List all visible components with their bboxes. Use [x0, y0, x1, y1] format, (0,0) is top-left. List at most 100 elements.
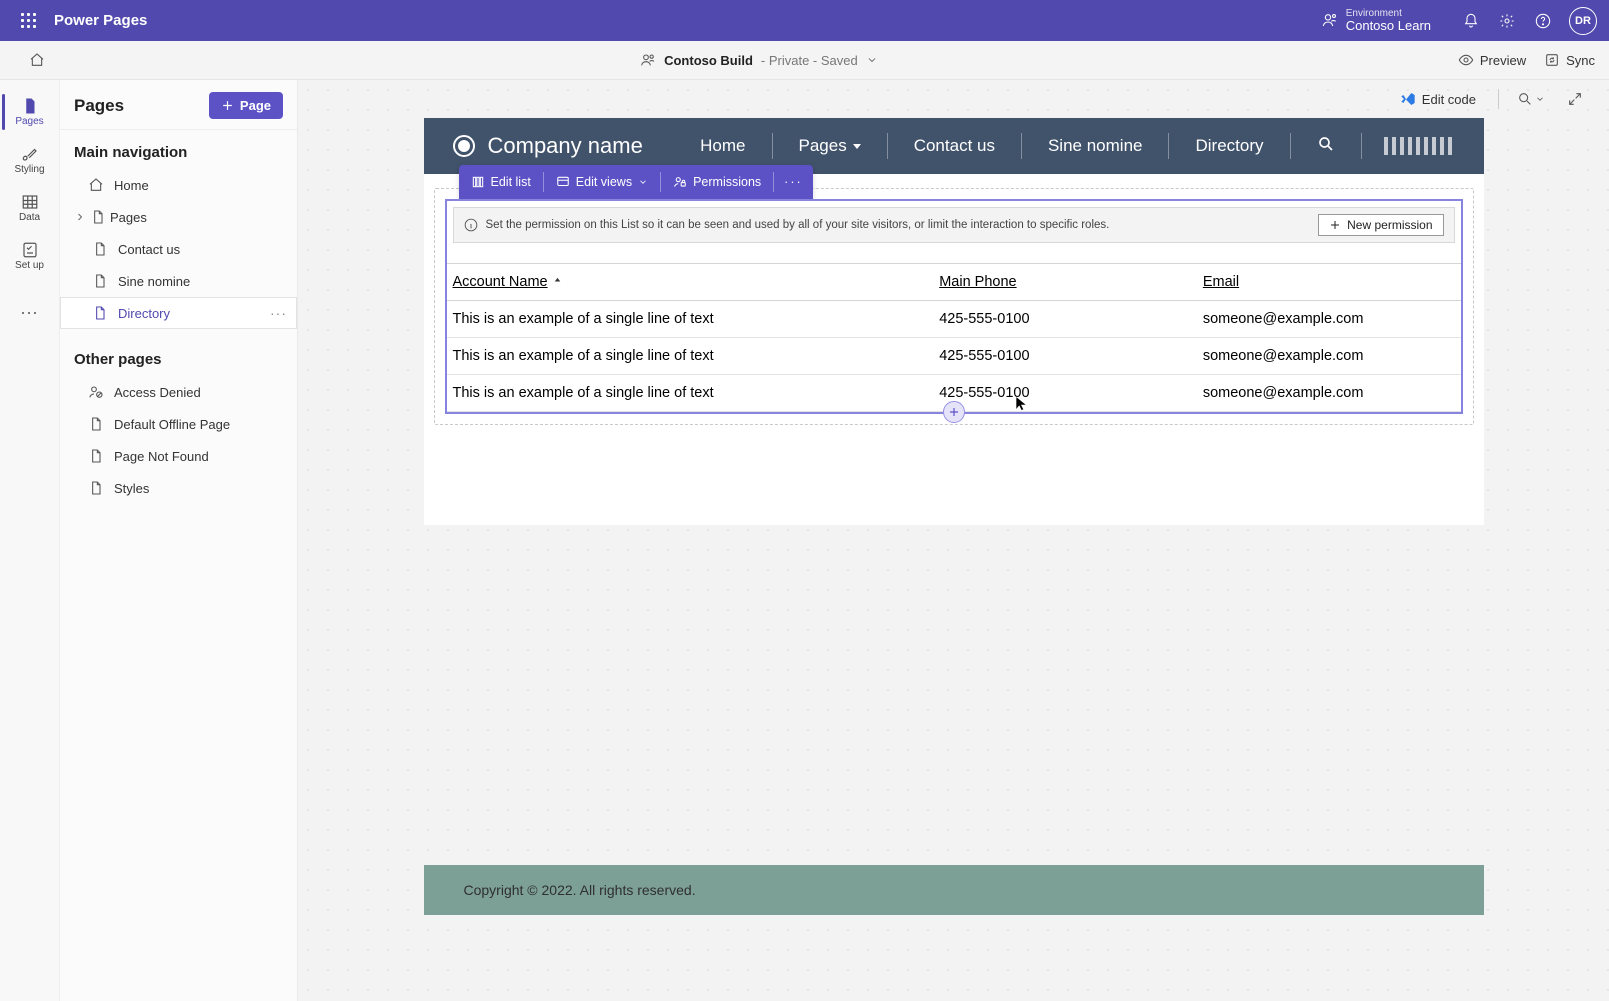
document-icon: [90, 209, 106, 225]
table-row[interactable]: This is an example of a single line of t…: [447, 338, 1461, 375]
edit-code-button[interactable]: Edit code: [1392, 87, 1484, 111]
plus-icon: [221, 99, 234, 112]
permissions-button[interactable]: Permissions: [661, 165, 773, 199]
preview-nav-contact[interactable]: Contact us: [900, 136, 1009, 156]
nav-page-not-found-label: Page Not Found: [114, 449, 209, 464]
preview-label: Preview: [1480, 53, 1526, 68]
list-toolbar-more[interactable]: ···: [774, 165, 813, 199]
bell-icon: [1463, 13, 1479, 29]
col-main-phone-label: Main Phone: [939, 274, 1016, 290]
waffle-icon: [21, 13, 36, 28]
col-email[interactable]: Email: [1197, 264, 1461, 301]
home-button[interactable]: [21, 44, 53, 76]
user-avatar[interactable]: DR: [1569, 7, 1597, 35]
preview-nav-sine[interactable]: Sine nomine: [1034, 136, 1157, 156]
preview-extra-nav-placeholder: [1384, 137, 1456, 155]
search-icon: [1317, 135, 1335, 153]
edit-list-button[interactable]: Edit list: [459, 165, 543, 199]
nav-access-denied[interactable]: Access Denied: [60, 376, 297, 408]
list-toolbar: Edit list Edit views Permissions: [459, 165, 813, 199]
sync-button[interactable]: Sync: [1544, 52, 1595, 68]
cell-account-name: This is an example of a single line of t…: [447, 338, 934, 375]
sort-asc-icon: [552, 276, 563, 287]
col-account-name-label: Account Name: [453, 274, 548, 290]
nav-default-offline[interactable]: Default Offline Page: [60, 408, 297, 440]
tool-more[interactable]: ...: [2, 284, 58, 332]
pages-panel: Pages Page Main navigation Home Pages Co…: [60, 80, 298, 1001]
cell-main-phone: 425-555-0100: [933, 301, 1197, 338]
footer-copyright: Copyright © 2022. All rights reserved.: [464, 882, 696, 898]
add-section-button[interactable]: [943, 401, 965, 423]
notifications-button[interactable]: [1453, 3, 1489, 39]
nav-pages[interactable]: Pages: [60, 201, 297, 233]
edit-views-button[interactable]: Edit views: [544, 165, 660, 199]
zoom-button[interactable]: [1513, 87, 1549, 111]
cell-main-phone: 425-555-0100: [933, 338, 1197, 375]
nav-access-denied-label: Access Denied: [114, 385, 201, 400]
col-main-phone[interactable]: Main Phone: [933, 264, 1197, 301]
permissions-label: Permissions: [693, 175, 761, 189]
nav-directory-label: Directory: [118, 306, 170, 321]
col-account-name[interactable]: Account Name: [447, 264, 934, 301]
nav-directory[interactable]: Directory ···: [60, 297, 297, 329]
fullscreen-button[interactable]: [1563, 87, 1587, 111]
preview-button[interactable]: Preview: [1458, 52, 1526, 68]
edit-views-label: Edit views: [576, 175, 632, 189]
nav-page-not-found[interactable]: Page Not Found: [60, 440, 297, 472]
chevron-down-icon: [866, 54, 878, 66]
brand-logo-icon: [452, 134, 476, 158]
list-component[interactable]: Set the permission on this List so it ca…: [445, 199, 1463, 414]
add-page-label: Page: [240, 98, 271, 113]
document-icon: [88, 480, 104, 496]
nav-styles[interactable]: Styles: [60, 472, 297, 504]
tool-styling[interactable]: Styling: [2, 136, 58, 184]
person-denied-icon: [88, 384, 104, 400]
data-table: Account Name Main Phone Email This is an…: [447, 263, 1461, 412]
magnifier-icon: [1517, 91, 1533, 107]
checklist-icon: [21, 241, 39, 259]
app-launcher-button[interactable]: [12, 5, 44, 37]
design-canvas: Edit code Company name Home Pages Contac…: [298, 80, 1609, 1001]
preview-nav-directory[interactable]: Directory: [1181, 136, 1277, 156]
main-nav-section-title: Main navigation: [60, 130, 297, 169]
nav-contact-us[interactable]: Contact us: [60, 233, 297, 265]
nav-home[interactable]: Home: [60, 169, 297, 201]
environment-icon: [1322, 12, 1338, 28]
nav-sine-label: Sine nomine: [118, 274, 190, 289]
table-row[interactable]: This is an example of a single line of t…: [447, 301, 1461, 338]
document-icon: [92, 273, 108, 289]
cell-email: someone@example.com: [1197, 338, 1461, 375]
tool-pages[interactable]: Pages: [2, 88, 58, 136]
page-icon: [21, 97, 39, 115]
preview-nav-search[interactable]: [1303, 135, 1349, 158]
tool-data[interactable]: Data: [2, 184, 58, 232]
preview-nav-pages[interactable]: Pages: [785, 136, 875, 156]
canvas-toolbar: Edit code: [298, 80, 1609, 118]
brush-icon: [21, 145, 39, 163]
people-icon: [640, 52, 656, 68]
tool-data-label: Data: [19, 212, 40, 223]
settings-button[interactable]: [1489, 3, 1525, 39]
permission-message: Set the permission on this List so it ca…: [486, 219, 1110, 231]
columns-icon: [471, 175, 485, 189]
environment-picker[interactable]: Environment Contoso Learn: [1322, 8, 1431, 33]
new-permission-label: New permission: [1347, 218, 1432, 232]
preview-nav-home[interactable]: Home: [686, 136, 759, 156]
add-page-button[interactable]: Page: [209, 92, 283, 119]
gear-icon: [1499, 13, 1515, 29]
document-icon: [88, 416, 104, 432]
nav-sine-nomine[interactable]: Sine nomine: [60, 265, 297, 297]
cell-account-name: This is an example of a single line of t…: [447, 301, 934, 338]
tool-setup[interactable]: Set up: [2, 232, 58, 280]
help-button[interactable]: [1525, 3, 1561, 39]
new-permission-button[interactable]: New permission: [1318, 214, 1443, 236]
edit-list-label: Edit list: [491, 175, 531, 189]
preview-brand[interactable]: Company name: [452, 133, 643, 159]
plus-icon: [1329, 219, 1341, 231]
chevron-right-icon: [74, 211, 86, 223]
nav-item-more-button[interactable]: ···: [270, 305, 287, 321]
tool-styling-label: Styling: [14, 164, 44, 175]
site-state: - Private - Saved: [761, 53, 858, 68]
site-picker[interactable]: Contoso Build - Private - Saved: [60, 52, 1458, 68]
page-preview: Company name Home Pages Contact us Sine …: [424, 118, 1484, 525]
